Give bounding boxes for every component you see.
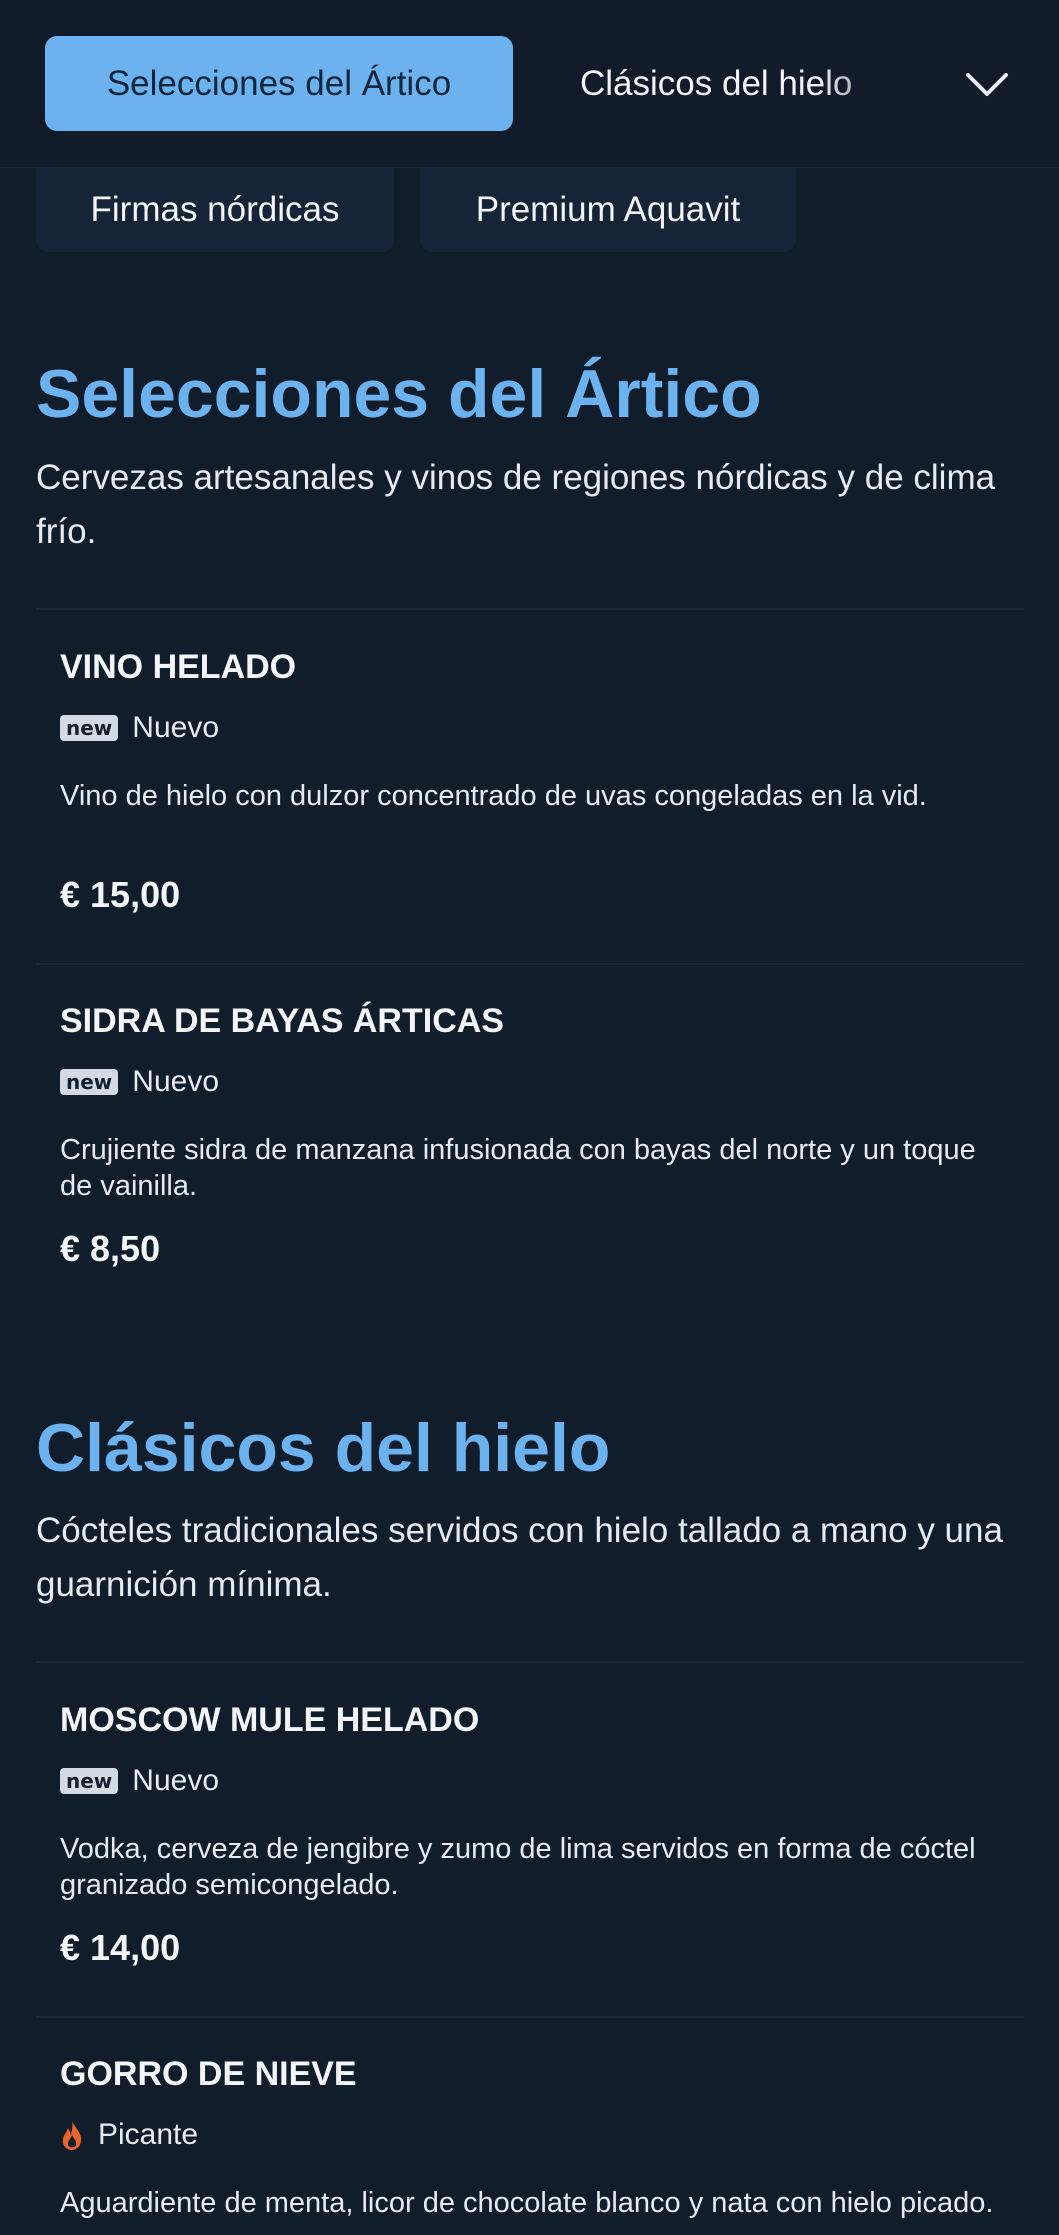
section-description: Cócteles tradicionales servidos con hiel… bbox=[36, 1511, 1003, 1604]
chevron-down-icon[interactable] bbox=[962, 60, 1012, 110]
item-description: Crujiente sidra de manzana infusionada c… bbox=[60, 1134, 976, 1202]
section-title: Selecciones del Ártico bbox=[36, 356, 762, 432]
tab-premium-aquavit[interactable]: Premium Aquavit bbox=[420, 168, 796, 252]
section-title: Clásicos del hielo bbox=[36, 1410, 611, 1486]
item-name: SIDRA DE BAYAS ÁRTICAS bbox=[60, 1002, 504, 1040]
tag-label: Picante bbox=[98, 2118, 199, 2151]
tab-selecciones-del-artico[interactable]: Selecciones del Ártico bbox=[45, 36, 513, 131]
divider bbox=[36, 608, 1024, 610]
item-price: € 14,00 bbox=[60, 1927, 181, 1968]
item-tag: Picante bbox=[60, 2117, 198, 2153]
item-description: Aguardiente de menta, licor de chocolate… bbox=[60, 2187, 994, 2219]
menu-item[interactable]: SIDRA DE BAYAS ÁRTICAS new Nuevo Crujien… bbox=[60, 1002, 1000, 1302]
item-tag: new Nuevo bbox=[60, 710, 219, 746]
item-name: MOSCOW MULE HELADO bbox=[60, 1701, 480, 1739]
menu-item[interactable]: VINO HELADO new Nuevo Vino de hielo con … bbox=[60, 648, 1000, 948]
new-badge: new bbox=[60, 715, 119, 741]
item-name: GORRO DE NIEVE bbox=[60, 2055, 357, 2093]
item-tag: new Nuevo bbox=[60, 1763, 219, 1799]
tab-clasicos-del-hielo[interactable]: Clásicos del hielo bbox=[580, 36, 910, 131]
item-name: VINO HELADO bbox=[60, 648, 297, 686]
menu-item[interactable]: MOSCOW MULE HELADO new Nuevo Vodka, cerv… bbox=[60, 1701, 1000, 2001]
tag-label: Nuevo bbox=[132, 1764, 219, 1797]
item-description: Vino de hielo con dulzor concentrado de … bbox=[60, 780, 927, 812]
section-description: Cervezas artesanales y vinos de regiones… bbox=[36, 458, 996, 551]
item-description: Vodka, cerveza de jengibre y zumo de lim… bbox=[60, 1833, 976, 1901]
flame-icon bbox=[62, 2120, 82, 2150]
new-badge: new bbox=[60, 1069, 119, 1095]
category-nav-bar: Selecciones del Ártico Clásicos del hiel… bbox=[0, 0, 1059, 168]
tag-label: Nuevo bbox=[132, 1065, 219, 1098]
divider bbox=[36, 2016, 1024, 2018]
item-price: € 8,50 bbox=[60, 1228, 161, 1269]
menu-item[interactable]: GORRO DE NIEVE Picante Aguardiente de me… bbox=[60, 2055, 1000, 2235]
divider bbox=[36, 963, 1024, 965]
tab-firmas-nordicas[interactable]: Firmas nórdicas bbox=[36, 168, 394, 252]
tag-label: Nuevo bbox=[132, 711, 219, 744]
item-price: € 15,00 bbox=[60, 874, 181, 915]
new-badge: new bbox=[60, 1768, 119, 1794]
item-tag: new Nuevo bbox=[60, 1064, 219, 1100]
divider bbox=[36, 1661, 1024, 1663]
